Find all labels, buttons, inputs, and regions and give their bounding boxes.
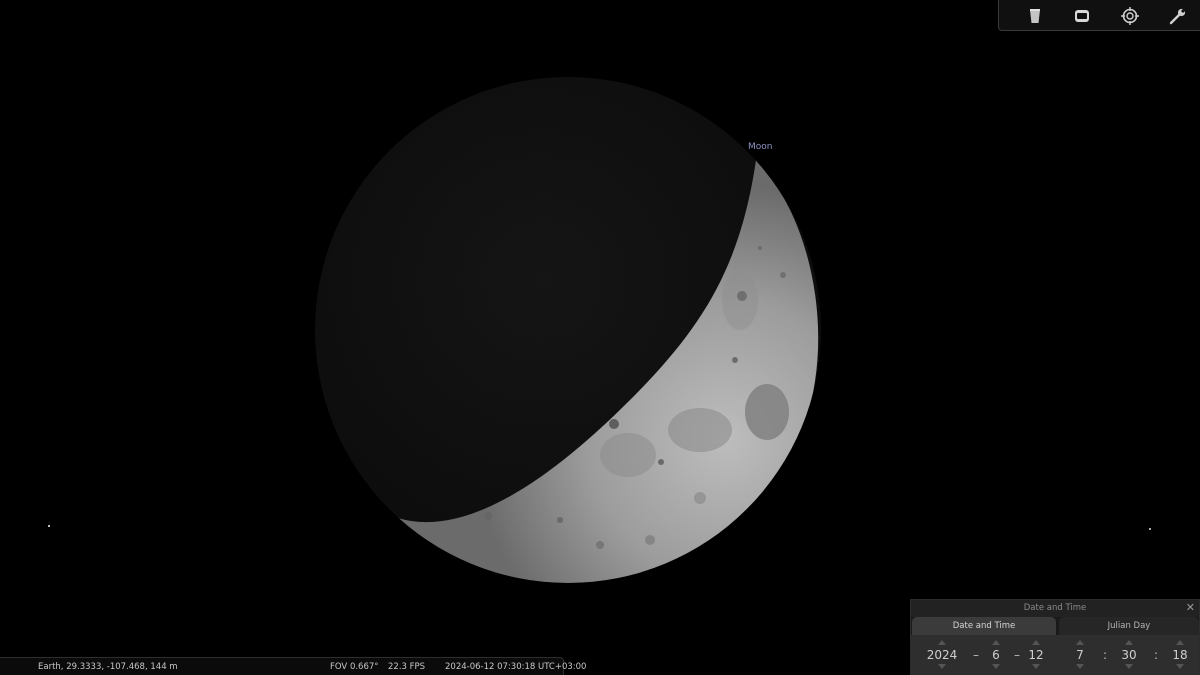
sky-view[interactable] [0,0,1200,675]
chevron-down-icon[interactable] [938,664,946,669]
tab-julian-day[interactable]: Julian Day [1059,617,1199,635]
chevron-down-icon[interactable] [1125,664,1133,669]
chevron-down-icon[interactable] [1032,664,1040,669]
datetime-readout[interactable]: 2024-06-12 07:30:18 UTC+03:00 [445,662,586,672]
star [48,525,50,527]
fps-readout: 22.3 FPS [388,662,426,672]
screen-icon[interactable] [1071,5,1093,27]
chevron-up-icon[interactable] [992,640,1000,645]
chevron-up-icon[interactable] [1032,640,1040,645]
target-icon[interactable] [1119,5,1141,27]
chevron-up-icon[interactable] [938,640,946,645]
chevron-up-icon[interactable] [1125,640,1133,645]
day-spinner[interactable]: 12 [1025,635,1047,674]
date-separator: – [1014,648,1020,662]
date-separator: – [973,648,979,662]
month-spinner[interactable]: 6 [987,635,1005,674]
trash-can-icon[interactable] [1024,5,1046,27]
status-bar: Earth, 29.3333, -107.468, 144 m FOV 0.66… [0,657,586,675]
chevron-down-icon[interactable] [992,664,1000,669]
close-icon[interactable]: ✕ [1186,601,1195,615]
fov-readout: FOV 0.667° [330,662,379,672]
year-spinner[interactable]: 2024 [925,635,959,674]
chevron-down-icon[interactable] [1176,664,1184,669]
time-separator: : [1103,648,1108,662]
second-spinner[interactable]: 18 [1169,635,1191,674]
date-time-controls: 2024 – 6 – 12 7 : 30 : 18 [911,635,1199,674]
moon[interactable] [315,77,821,583]
wrench-icon[interactable] [1167,5,1189,27]
location-readout[interactable]: Earth, 29.3333, -107.468, 144 m [38,662,178,672]
date-time-window: Date and Time ✕ Date and Time Julian Day… [910,599,1200,675]
moon-label[interactable]: Moon [748,142,772,152]
star [1149,528,1151,530]
hour-spinner[interactable]: 7 [1071,635,1089,674]
top-toolbar [998,0,1200,31]
chevron-up-icon[interactable] [1076,640,1084,645]
minute-spinner[interactable]: 30 [1118,635,1140,674]
chevron-up-icon[interactable] [1176,640,1184,645]
chevron-down-icon[interactable] [1076,664,1084,669]
time-separator: : [1154,648,1159,662]
tab-date-and-time[interactable]: Date and Time [912,617,1056,635]
window-title[interactable]: Date and Time [911,600,1199,617]
